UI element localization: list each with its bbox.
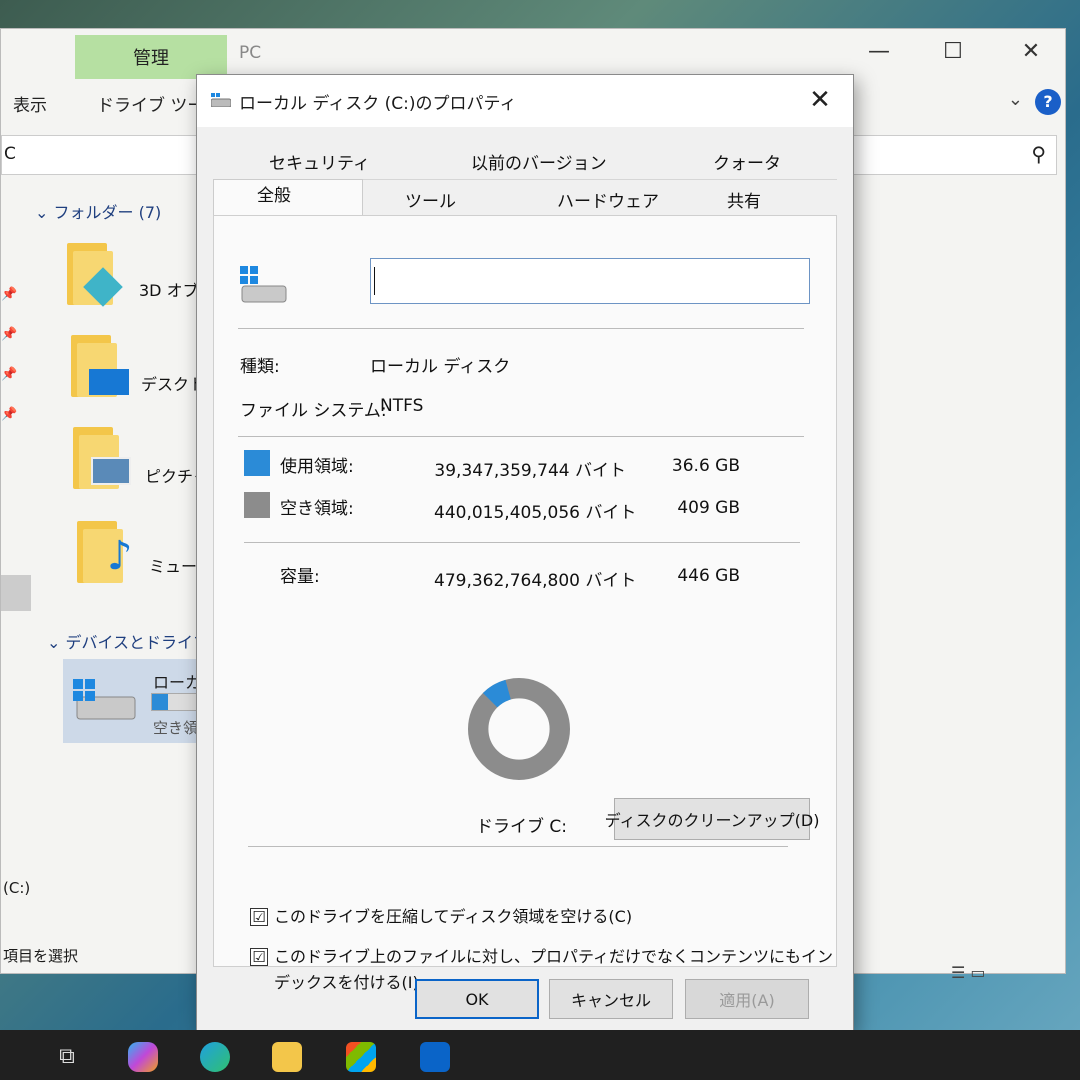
outlook-icon[interactable] — [420, 1042, 450, 1072]
ok-button[interactable]: OK — [415, 979, 539, 1019]
status-text: 項目を選択 — [3, 947, 79, 965]
text-caret — [374, 267, 375, 295]
devices-group-header[interactable]: ⌄ デバイスとドライブ ( — [47, 629, 220, 653]
copilot-icon[interactable] — [128, 1042, 158, 1072]
filesystem-label: ファイル システム: — [240, 401, 387, 421]
index-label-line1[interactable]: このドライブ上のファイルに対し、プロパティだけでなくコンテンツにもイン — [274, 944, 833, 970]
help-icon[interactable]: ? — [1035, 89, 1061, 115]
compress-label[interactable]: このドライブを圧縮してディスク領域を空ける(C) — [274, 904, 632, 930]
tab-quota[interactable]: クォータ — [713, 149, 781, 174]
store-icon[interactable] — [346, 1042, 376, 1072]
search-icon[interactable]: ⚲ — [1031, 142, 1046, 166]
disk-cleanup-button[interactable]: ディスクのクリーンアップ(D) — [605, 798, 819, 840]
filesystem-value: NTFS — [380, 396, 424, 416]
file-explorer-icon[interactable] — [272, 1042, 302, 1072]
cancel-button[interactable]: キャンセル — [549, 979, 673, 1019]
drive-icon — [240, 266, 287, 303]
drive-name-input[interactable] — [370, 258, 810, 304]
compress-checkbox[interactable]: ☑ — [250, 908, 268, 926]
folders-group-header[interactable]: ⌄ フォルダー (7) — [35, 199, 161, 223]
tab-hardware[interactable]: ハードウェア — [557, 187, 659, 212]
usage-donut-chart — [468, 678, 570, 780]
free-space-label: 空き領域: — [280, 499, 354, 519]
free-space-bytes: 440,015,405,056 バイト — [434, 503, 637, 523]
folder-icon — [71, 335, 129, 397]
explorer-titlebar: 管理 PC — ☐ ✕ — [1, 29, 1065, 79]
nav-selected-item[interactable] — [1, 575, 31, 611]
used-space-size: 36.6 GB — [671, 456, 740, 476]
free-space-swatch — [244, 492, 270, 518]
capacity-size: 446 GB — [677, 566, 740, 586]
minimize-icon[interactable]: — — [859, 39, 899, 64]
navigation-pane: 📌 📌 📌 📌 — [1, 179, 31, 819]
dialog-titlebar: ローカル ディスク (C:)のプロパティ ✕ — [197, 75, 853, 127]
type-label: 種類: — [240, 357, 280, 377]
folder-icon — [67, 243, 123, 307]
pin-icon: 📌 — [1, 287, 18, 302]
tab-security[interactable]: セキュリティ — [269, 149, 370, 174]
ribbon-tab-view[interactable]: 表示 — [13, 91, 47, 116]
taskbar: ⧉ — [0, 1030, 1080, 1080]
tab-sharing[interactable]: 共有 — [727, 187, 761, 212]
index-checkbox[interactable]: ☑ — [250, 948, 268, 966]
pin-icon: 📌 — [1, 367, 18, 382]
manage-tab[interactable]: 管理 — [75, 35, 227, 79]
general-tab-panel: 種類: ローカル ディスク ファイル システム: NTFS 使用領域: 39,3… — [213, 215, 837, 992]
dialog-title: ローカル ディスク (C:)のプロパティ — [239, 94, 517, 114]
drive-icon — [211, 93, 231, 107]
close-icon[interactable]: ✕ — [805, 85, 835, 115]
folder-name[interactable]: 3D オブ — [139, 277, 199, 301]
maximize-icon[interactable]: ☐ — [933, 39, 973, 64]
drive-label-c: (C:) — [3, 879, 31, 897]
used-space-bytes: 39,347,359,744 バイト — [434, 461, 626, 481]
details-view-icon[interactable]: ☰ ▭ — [951, 963, 986, 982]
pin-icon: 📌 — [1, 407, 18, 422]
free-space-size: 409 GB — [677, 498, 740, 518]
index-label-line2[interactable]: デックスを付ける(I) — [274, 970, 419, 996]
capacity-bytes: 479,362,764,800 バイト — [434, 571, 637, 591]
explorer-title: PC — [239, 43, 262, 63]
pin-icon: 📌 — [1, 327, 18, 342]
used-space-swatch — [244, 450, 270, 476]
capacity-label: 容量: — [280, 567, 320, 587]
type-value: ローカル ディスク — [370, 357, 511, 377]
tab-tools[interactable]: ツール — [405, 187, 456, 212]
edge-browser-icon[interactable] — [200, 1042, 230, 1072]
drive-label: ドライブ C: — [476, 817, 568, 837]
chevron-down-icon[interactable]: ⌄ — [1008, 89, 1023, 110]
tab-previous-versions[interactable]: 以前のバージョン — [471, 149, 607, 174]
folder-icon — [73, 427, 131, 489]
properties-dialog: ローカル ディスク (C:)のプロパティ ✕ セキュリティ 以前のバージョン ク… — [196, 74, 854, 1032]
address-text: C — [4, 144, 16, 164]
used-space-label: 使用領域: — [280, 457, 354, 477]
close-icon[interactable]: ✕ — [1011, 39, 1051, 64]
task-view-icon[interactable]: ⧉ — [52, 1042, 82, 1072]
folder-icon: ♪ — [77, 521, 133, 583]
apply-button[interactable]: 適用(A) — [685, 979, 809, 1019]
drive-icon — [73, 679, 136, 720]
tab-general[interactable]: 全般 — [257, 181, 291, 206]
